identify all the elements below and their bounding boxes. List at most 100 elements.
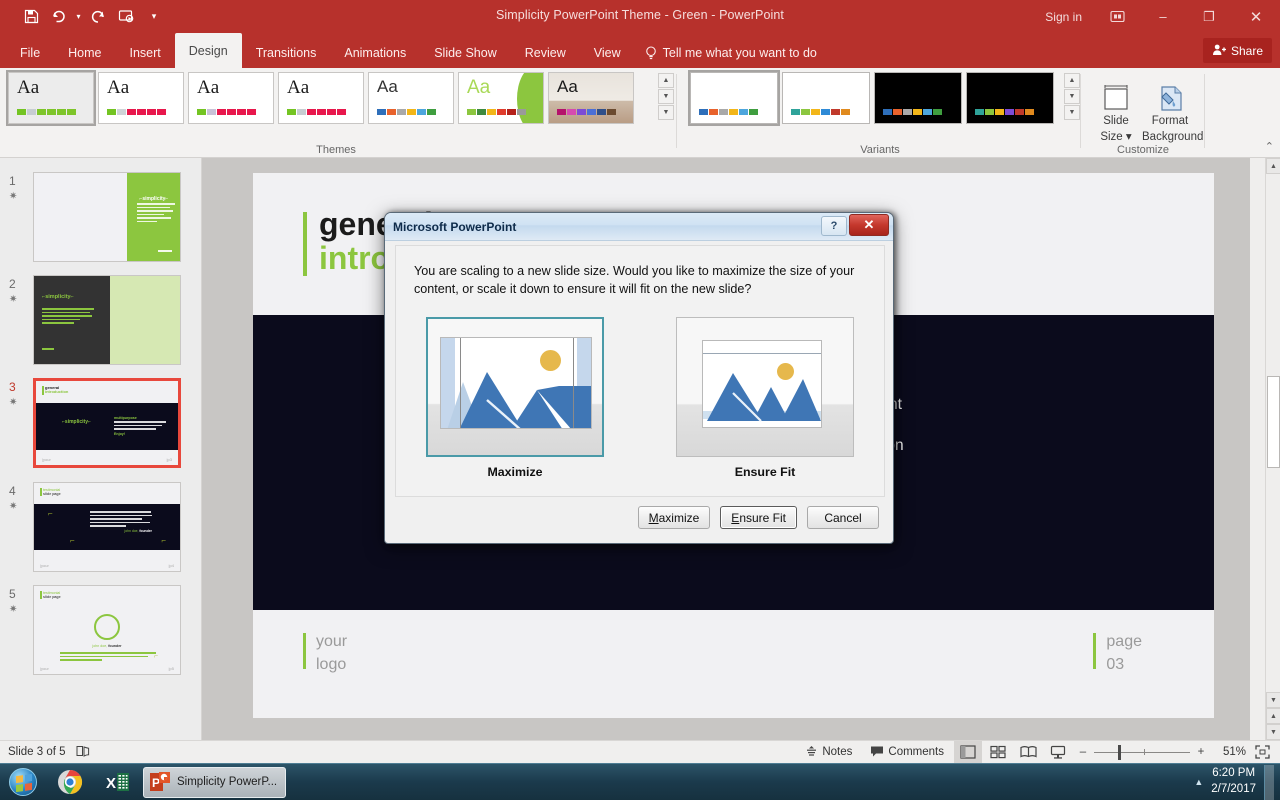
slide-sorter-button[interactable]: [984, 741, 1012, 764]
tab-home[interactable]: Home: [54, 37, 115, 68]
variant-thumbnail-3[interactable]: [874, 72, 962, 124]
scroll-up-icon[interactable]: ▲: [1064, 73, 1080, 88]
start-button[interactable]: [0, 765, 46, 800]
theme-wedge-decoration: [517, 73, 543, 123]
animation-star-icon[interactable]: ✷: [9, 191, 17, 202]
dialog-help-button[interactable]: ?: [821, 216, 847, 236]
slide-thumbnail[interactable]: testimonial slide page john doe, founder…: [33, 585, 181, 675]
themes-gallery-scroll[interactable]: ▲ ▼ ▼: [658, 73, 674, 120]
dialog-close-button[interactable]: ✕: [849, 214, 889, 236]
slide-size-button[interactable]: Slide Size ▾: [1088, 74, 1144, 145]
zoom-slider-handle[interactable]: [1118, 744, 1121, 760]
tell-me-search[interactable]: Tell me what you want to do: [635, 37, 827, 68]
slide-thumbnail-active[interactable]: general introduction ⌐simplicity⌐ multip…: [33, 378, 181, 468]
variants-gallery: [688, 70, 1054, 126]
format-background-button[interactable]: Format Background: [1142, 74, 1203, 145]
tab-view[interactable]: View: [580, 37, 635, 68]
option-maximize-preview[interactable]: [426, 316, 604, 457]
option-ensure-fit[interactable]: Ensure Fit: [676, 316, 854, 479]
zoom-in-button[interactable]: +: [1192, 741, 1210, 764]
ribbon: Aa Aa Aa Aa Aa Aa Aa ▲ ▼ ▼ Themes ▲ ▼ ▼ …: [0, 68, 1280, 158]
share-button[interactable]: Share: [1202, 38, 1272, 63]
close-button[interactable]: ✕: [1232, 0, 1280, 33]
animation-star-icon[interactable]: ✷: [9, 604, 17, 615]
slide-show-button[interactable]: [1044, 741, 1072, 764]
fit-to-window-icon[interactable]: [1248, 741, 1276, 764]
powerpoint-icon: P: [150, 772, 170, 791]
notes-button[interactable]: Notes: [797, 741, 860, 764]
theme-thumbnail-4[interactable]: Aa: [278, 72, 364, 124]
tab-transitions[interactable]: Transitions: [242, 37, 331, 68]
slide-footer-page[interactable]: page 03: [1093, 630, 1142, 676]
slide-thumbnail[interactable]: testimonial slide page ⌐ ⌐ ⌐ john doe, f…: [33, 482, 181, 572]
scroll-down-icon[interactable]: ▼: [658, 89, 674, 104]
variant-color-swatches: [883, 109, 942, 115]
tab-review[interactable]: Review: [511, 37, 580, 68]
accessibility-icon[interactable]: [76, 745, 90, 760]
tab-insert[interactable]: Insert: [116, 37, 175, 68]
option-maximize[interactable]: Maximize: [426, 316, 604, 479]
comments-button[interactable]: Comments: [862, 741, 952, 764]
svg-text:X: X: [106, 775, 116, 792]
variant-thumbnail-4[interactable]: [966, 72, 1054, 124]
previous-slide-icon[interactable]: ▲: [1266, 708, 1280, 724]
slide-footer-logo[interactable]: your logo: [303, 630, 347, 676]
slide-area-scrollbar[interactable]: [1250, 158, 1265, 740]
variant-color-swatches: [699, 109, 758, 115]
slide-size-label-1: Slide: [1103, 115, 1129, 127]
slide-thumbnail[interactable]: ⌐simplicity⌐: [33, 275, 181, 365]
theme-preview-text: Aa: [287, 77, 310, 98]
next-slide-icon[interactable]: ▼: [1266, 724, 1280, 740]
theme-thumbnail-3[interactable]: Aa: [188, 72, 274, 124]
collapse-ribbon-icon[interactable]: ⌃: [1265, 140, 1274, 153]
theme-thumbnail-7[interactable]: Aa: [548, 72, 634, 124]
taskbar-powerpoint[interactable]: P Simplicity PowerP...: [143, 766, 287, 798]
scroll-down-icon[interactable]: ▼: [1064, 89, 1080, 104]
ensure-fit-button[interactable]: Ensure Fit: [720, 506, 797, 529]
zoom-level-label[interactable]: 51%: [1212, 746, 1246, 758]
option-ensure-fit-preview[interactable]: [676, 316, 854, 457]
vertical-scrollbar[interactable]: ▲ ▼ ▲ ▼: [1265, 158, 1280, 740]
tab-file[interactable]: File: [6, 37, 54, 68]
reading-view-button[interactable]: [1014, 741, 1042, 764]
scroll-up-icon[interactable]: ▲: [658, 73, 674, 88]
normal-view-button[interactable]: [954, 740, 982, 764]
variant-thumbnail-1[interactable]: [688, 70, 780, 126]
clock[interactable]: 6:20 PM 2/7/2017: [1211, 766, 1256, 797]
animation-star-icon[interactable]: ✷: [9, 397, 17, 408]
theme-thumbnail-1[interactable]: Aa: [6, 70, 96, 126]
theme-thumbnail-2[interactable]: Aa: [98, 72, 184, 124]
share-label: Share: [1230, 43, 1263, 58]
slide-number: 4: [9, 484, 16, 498]
sign-in-button[interactable]: Sign in: [1033, 10, 1094, 24]
theme-preview-text: Aa: [107, 77, 130, 98]
variants-gallery-scroll[interactable]: ▲ ▼ ▼: [1064, 73, 1080, 120]
more-variants-icon[interactable]: ▼: [1064, 105, 1080, 120]
show-desktop-button[interactable]: [1264, 764, 1274, 800]
tab-animations[interactable]: Animations: [330, 37, 420, 68]
scroll-down-arrow-icon[interactable]: ▼: [1266, 692, 1280, 708]
theme-thumbnail-5[interactable]: Aa: [368, 72, 454, 124]
scroll-up-arrow-icon[interactable]: ▲: [1266, 158, 1280, 174]
scrollbar-thumb[interactable]: [1267, 376, 1280, 468]
show-hidden-icons-icon[interactable]: ▲: [1194, 777, 1203, 787]
slide-number: 1: [9, 174, 16, 188]
taskbar-excel[interactable]: X: [95, 766, 141, 799]
more-themes-icon[interactable]: ▼: [658, 105, 674, 120]
animation-star-icon[interactable]: ✷: [9, 294, 17, 305]
slide-thumbnail[interactable]: ⌐simplicity⌐: [33, 172, 181, 262]
theme-thumbnail-6[interactable]: Aa: [458, 72, 544, 124]
zoom-out-button[interactable]: –: [1074, 741, 1092, 764]
maximize-button[interactable]: Maximize: [637, 506, 711, 529]
taskbar-chrome[interactable]: [47, 766, 93, 799]
variant-thumbnail-2[interactable]: [782, 72, 870, 124]
lightbulb-icon: [645, 45, 657, 60]
zoom-slider[interactable]: [1094, 741, 1190, 764]
minimize-button[interactable]: –: [1140, 0, 1186, 33]
animation-star-icon[interactable]: ✷: [9, 501, 17, 512]
cancel-button[interactable]: Cancel: [807, 506, 879, 529]
ribbon-display-options-icon[interactable]: [1094, 0, 1140, 33]
restore-button[interactable]: ❐: [1186, 0, 1232, 33]
tab-slide-show[interactable]: Slide Show: [420, 37, 511, 68]
tab-design[interactable]: Design: [174, 33, 242, 68]
